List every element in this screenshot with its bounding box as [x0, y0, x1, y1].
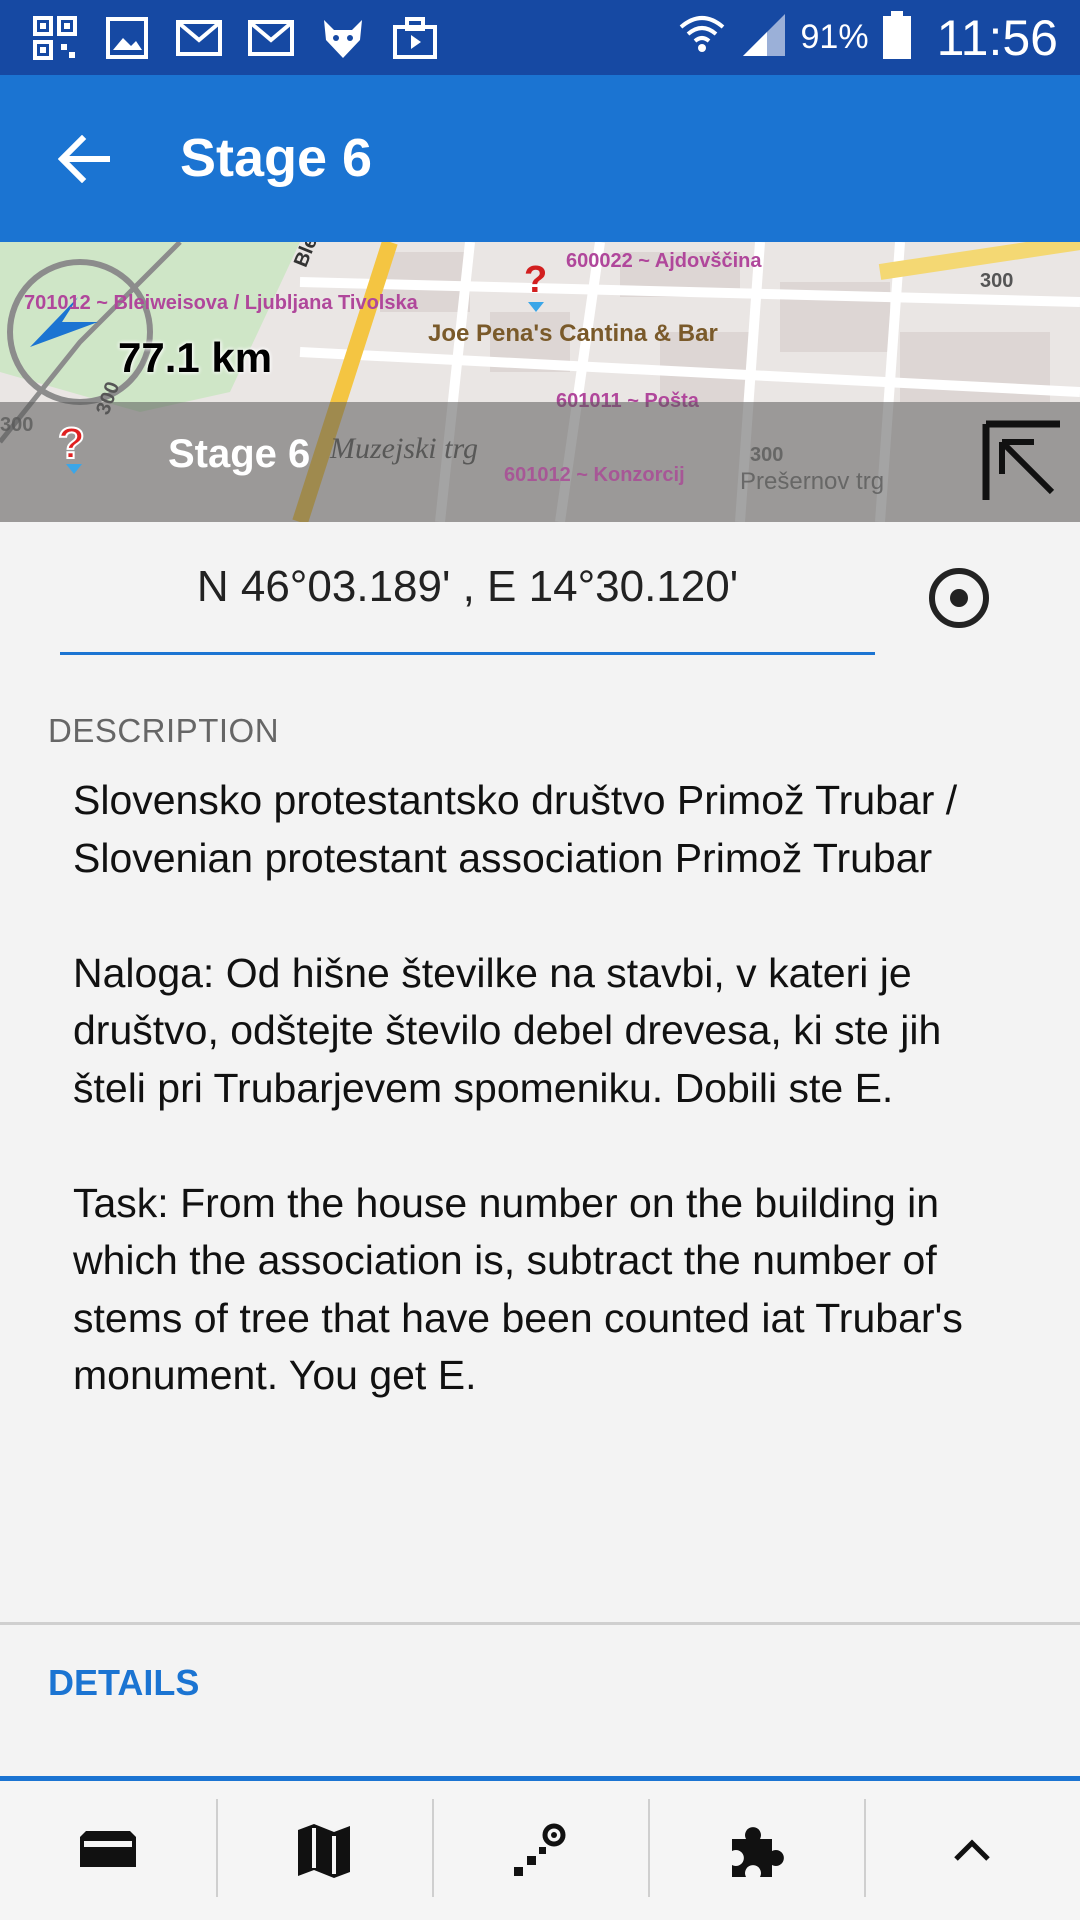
status-bar: 91% 11:56	[0, 0, 1080, 75]
map-label-road-300: 300	[0, 414, 34, 436]
map-label-bleiweisova: 701012 ~ Bleiweisova / Ljubljana Tivolsk…	[24, 292, 418, 314]
coordinates-field[interactable]: N 46°03.189' , E 14°30.120'	[60, 552, 875, 655]
puzzle-icon	[732, 1826, 784, 1877]
clock: 11:56	[936, 9, 1058, 66]
collapse-map-button[interactable]	[980, 420, 1064, 504]
map-label-road-300: 300	[980, 270, 1014, 292]
locate-button[interactable]	[926, 565, 992, 631]
distance-label: 77.1 km	[118, 334, 273, 381]
map-overlay-title: Stage 6	[168, 432, 311, 476]
battery-icon	[882, 11, 911, 64]
svg-text:?: ?	[524, 259, 547, 301]
map-label-ajdovscina: 600022 ~ Ajdovščina	[566, 250, 762, 272]
page-title: Stage 6	[180, 128, 373, 188]
divider	[0, 1622, 1080, 1625]
battery-percentage: 91%	[800, 18, 869, 56]
map-label-road-300: 300	[750, 444, 784, 466]
map-button[interactable]	[216, 1781, 432, 1920]
details-tab[interactable]: DETAILS	[48, 1662, 199, 1704]
target-icon	[929, 568, 989, 628]
question-marker-icon: ?	[57, 418, 86, 474]
inbox-tray-icon	[80, 1830, 136, 1867]
signal-icon	[741, 12, 787, 63]
map-label-muzejski: Muzejski trg	[330, 432, 479, 465]
fox-app-icon	[318, 13, 368, 63]
route-button[interactable]	[432, 1781, 648, 1920]
briefcase-play-icon	[390, 13, 440, 63]
gmail-icon	[174, 13, 224, 63]
map-title-overlay: Muzejski trg 601012 ~ Konzorcij Prešerno…	[0, 402, 1080, 522]
map-preview[interactable]: ? 701012 ~ Bleiweisova / Ljubljana Tivol…	[0, 242, 1080, 522]
expand-button[interactable]	[864, 1781, 1080, 1920]
chevron-up-icon	[954, 1838, 990, 1861]
route-points-icon	[514, 1823, 566, 1876]
map-label-presernov: Prešernov trg	[740, 468, 885, 495]
back-button[interactable]	[44, 119, 124, 199]
description-label: DESCRIPTION	[48, 712, 280, 749]
gallery-icon	[102, 13, 152, 63]
description-text: Slovensko protestantsko društvo Primož T…	[73, 777, 963, 1398]
wifi-icon	[677, 11, 727, 64]
app-bar: Stage 6	[0, 75, 1080, 242]
gmail-icon	[246, 13, 296, 63]
map-label-cantina: Joe Pena's Cantina & Bar	[428, 320, 718, 347]
qr-code-icon	[30, 13, 80, 63]
arrow-left-icon	[58, 135, 110, 183]
coordinates-value: N 46°03.189' , E 14°30.120'	[196, 562, 739, 611]
map-label-konzorcij: 601012 ~ Konzorcij	[504, 464, 685, 486]
puzzle-button[interactable]	[648, 1781, 864, 1920]
collapse-arrow-icon	[982, 420, 1060, 500]
svg-text:?: ?	[58, 419, 85, 468]
bottom-toolbar	[0, 1781, 1080, 1920]
inbox-button[interactable]	[0, 1781, 216, 1920]
map-icon	[298, 1823, 350, 1878]
